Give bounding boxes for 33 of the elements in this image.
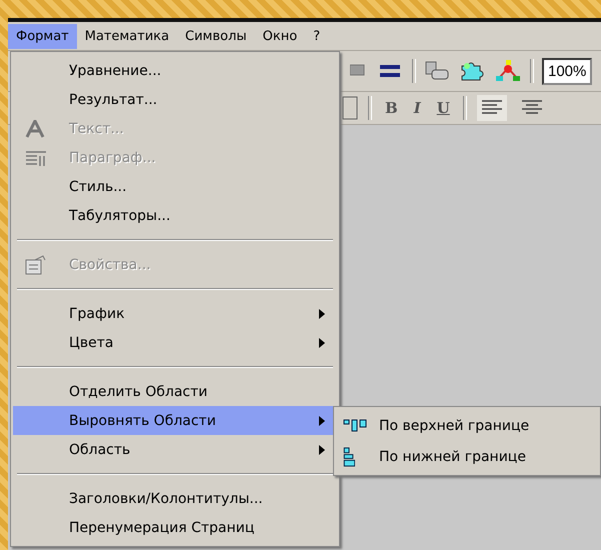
format-button[interactable]: U (434, 99, 453, 117)
menu-item[interactable]: Результат... (13, 85, 337, 114)
menu-item[interactable]: Табуляторы... (13, 201, 337, 230)
format-button[interactable]: I (410, 99, 424, 117)
menu-item[interactable]: Заголовки/Колонтитулы... (13, 484, 337, 513)
align-top-icon (343, 418, 369, 432)
network-icon[interactable] (494, 59, 522, 83)
menu-item[interactable]: Перенумерация Страниц (13, 513, 337, 542)
menubar-item[interactable]: ? (305, 24, 328, 48)
menu-item[interactable]: Область (13, 435, 337, 464)
letter-a-icon (25, 120, 47, 138)
submenu-arrow-icon (319, 444, 325, 454)
menu-item[interactable]: График (13, 299, 337, 328)
format-button[interactable]: B (382, 99, 401, 117)
zoom-field[interactable]: 100% (542, 58, 592, 84)
menu-item[interactable]: Стиль... (13, 172, 337, 201)
menubar-item[interactable]: Окно (254, 24, 306, 48)
submenu-item[interactable]: По верхней границе (334, 410, 600, 441)
menubar-item[interactable]: Символы (177, 24, 255, 48)
menu-item[interactable]: Отделить Области (13, 377, 337, 406)
submenu-arrow-icon (319, 308, 325, 318)
paragraph-icon (25, 148, 47, 166)
menu-item[interactable]: Уравнение... (13, 56, 337, 85)
submenu-arrow-icon (319, 416, 325, 426)
menubar-item[interactable]: Формат (8, 24, 77, 48)
submenu-item[interactable]: По нижней границе (334, 441, 600, 472)
menubar-item[interactable]: Математика (76, 24, 178, 48)
properties-icon (25, 254, 47, 274)
align-icon[interactable] (476, 95, 507, 121)
menu-item[interactable]: Цвета (13, 328, 337, 357)
copy-icon[interactable] (424, 60, 450, 82)
submenu-arrow-icon (319, 338, 325, 348)
align-bottom-icon (343, 446, 355, 466)
